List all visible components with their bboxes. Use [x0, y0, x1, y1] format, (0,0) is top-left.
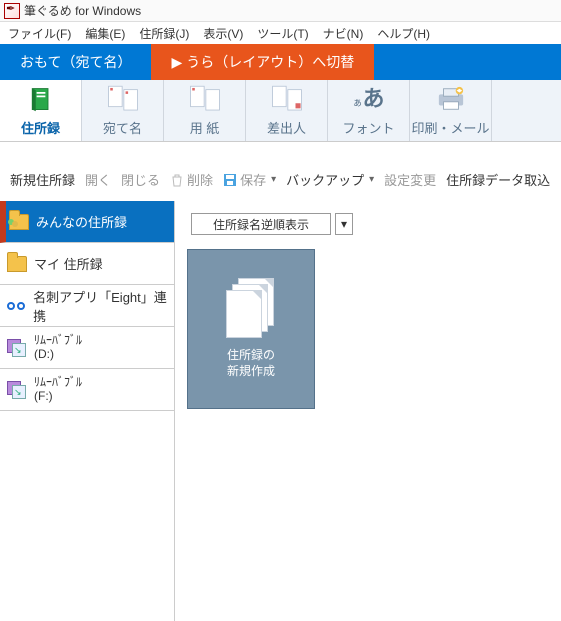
- delete-button[interactable]: 削除: [170, 170, 213, 189]
- main-split: みんなの住所録 マイ 住所録 名刺アプリ「Eight」連携 ↘ ﾘﾑｰﾊﾞﾌﾞﾙ…: [0, 201, 561, 621]
- sidebar-item-removable-f[interactable]: ↘ ﾘﾑｰﾊﾞﾌﾞﾙ (F:): [0, 369, 174, 411]
- titlebar: 筆ぐるめ for Windows: [0, 0, 561, 22]
- sidebar: みんなの住所録 マイ 住所録 名刺アプリ「Eight」連携 ↘ ﾘﾑｰﾊﾞﾌﾞﾙ…: [0, 201, 175, 621]
- sidebar-item-eight[interactable]: 名刺アプリ「Eight」連携: [0, 285, 174, 327]
- import-button[interactable]: 住所録データ取込: [446, 170, 550, 189]
- open-button[interactable]: 開く: [85, 170, 111, 189]
- folder-icon: [6, 253, 28, 275]
- menu-tools[interactable]: ツール(T): [251, 23, 314, 44]
- ribbon-print-label: 印刷・メール: [411, 118, 489, 137]
- ribbon-addressbook[interactable]: 住所録: [0, 80, 82, 141]
- ribbon-atenai-label: 宛て名: [103, 118, 142, 137]
- menu-file[interactable]: ファイル(F): [2, 23, 77, 44]
- removable-f-line1: ﾘﾑｰﾊﾞﾌﾞﾙ: [34, 376, 82, 389]
- backup-dropdown[interactable]: バックアップ: [286, 170, 374, 189]
- folder-people-icon: [8, 211, 30, 233]
- app-icon: [4, 3, 20, 19]
- menu-help[interactable]: ヘルプ(H): [371, 23, 436, 44]
- settings-button[interactable]: 設定変更: [384, 170, 436, 189]
- paper-icon: [185, 82, 225, 116]
- ribbon-addressbook-label: 住所録: [21, 118, 60, 137]
- tab-front-label: おもて（宛て名）: [20, 52, 131, 72]
- ribbon: 住所録 宛て名 用 紙 差出人 ぁあ フォント 印刷・メール: [0, 80, 561, 142]
- menu-edit[interactable]: 編集(E): [79, 23, 131, 44]
- sender-icon: [267, 82, 307, 116]
- triangle-right-icon: ▶: [171, 54, 182, 71]
- removable-f-line2: (F:): [34, 390, 82, 403]
- app-title: 筆ぐるめ for Windows: [24, 2, 141, 19]
- save-dropdown[interactable]: 保存: [223, 170, 276, 189]
- ribbon-sender[interactable]: 差出人: [246, 80, 328, 141]
- printer-icon: [431, 82, 471, 116]
- sort-select-label: 住所録名逆順表示: [213, 216, 309, 233]
- ribbon-atenai[interactable]: 宛て名: [82, 80, 164, 141]
- ribbon-paper-label: 用 紙: [190, 118, 220, 137]
- main-tab-strip: おもて（宛て名） ▶ うら（レイアウト）へ切替: [0, 44, 561, 80]
- tile-line2: 新規作成: [227, 364, 275, 380]
- new-addressbook-button[interactable]: 新規住所録: [10, 170, 75, 189]
- tab-back[interactable]: ▶ うら（レイアウト）へ切替: [151, 44, 374, 80]
- sort-select[interactable]: 住所録名逆順表示: [191, 213, 331, 235]
- new-addressbook-tile[interactable]: 住所録の 新規作成: [187, 249, 315, 409]
- close-button[interactable]: 閉じる: [121, 170, 160, 189]
- menu-navi[interactable]: ナビ(N): [317, 23, 370, 44]
- documents-icon: [226, 278, 276, 338]
- sidebar-mine-label: マイ 住所録: [34, 254, 103, 273]
- menu-addressbook[interactable]: 住所録(J): [133, 23, 195, 44]
- eight-app-icon: [6, 295, 27, 317]
- sort-row: 住所録名逆順表示 ▾: [187, 213, 549, 235]
- font-icon: ぁあ: [349, 82, 389, 116]
- sidebar-item-mine[interactable]: マイ 住所録: [0, 243, 174, 285]
- ribbon-sender-label: 差出人: [267, 118, 306, 137]
- menubar: ファイル(F) 編集(E) 住所録(J) 表示(V) ツール(T) ナビ(N) …: [0, 22, 561, 44]
- tile-line1: 住所録の: [227, 348, 275, 364]
- book-icon: [21, 82, 61, 116]
- ribbon-print[interactable]: 印刷・メール: [410, 80, 492, 141]
- removable-drive-icon: ↘: [6, 379, 28, 401]
- tab-back-label: うら（レイアウト）へ切替: [186, 52, 354, 72]
- sidebar-item-removable-d[interactable]: ↘ ﾘﾑｰﾊﾞﾌﾞﾙ (D:): [0, 327, 174, 369]
- ribbon-paper[interactable]: 用 紙: [164, 80, 246, 141]
- save-icon: [223, 172, 237, 188]
- sidebar-item-everyone[interactable]: みんなの住所録: [0, 201, 174, 243]
- removable-drive-icon: ↘: [6, 337, 28, 359]
- removable-d-line1: ﾘﾑｰﾊﾞﾌﾞﾙ: [34, 334, 82, 347]
- sidebar-everyone-label: みんなの住所録: [36, 212, 127, 231]
- ribbon-font-label: フォント: [342, 118, 394, 137]
- tab-front[interactable]: おもて（宛て名）: [0, 44, 151, 80]
- content-area: 住所録名逆順表示 ▾ 住所録の 新規作成: [175, 201, 561, 621]
- postcard-icon: [103, 82, 143, 116]
- sort-dropdown-button[interactable]: ▾: [335, 213, 353, 235]
- removable-d-line2: (D:): [34, 348, 82, 361]
- chevron-down-icon: ▾: [341, 217, 347, 231]
- sidebar-eight-label: 名刺アプリ「Eight」連携: [33, 287, 174, 325]
- ribbon-font[interactable]: ぁあ フォント: [328, 80, 410, 141]
- secondary-toolbar: 新規住所録 開く 閉じる 削除 保存 バックアップ 設定変更 住所録データ取込: [0, 142, 561, 201]
- menu-view[interactable]: 表示(V): [197, 23, 249, 44]
- trash-icon: [170, 172, 184, 188]
